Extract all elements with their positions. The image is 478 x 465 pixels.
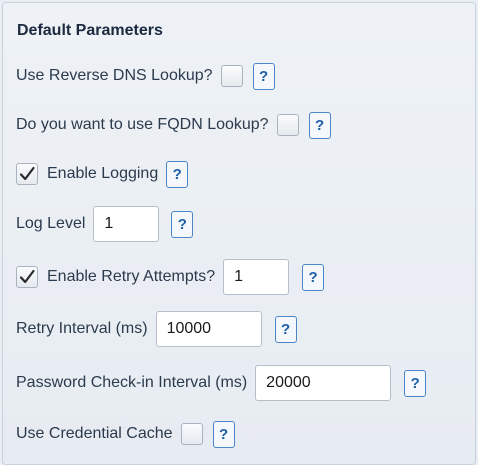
password-checkin-row: Password Check-in Interval (ms) ? (16, 364, 427, 402)
credential-cache-label: Use Credential Cache (16, 425, 173, 442)
logging-checkbox[interactable] (16, 163, 38, 185)
reverse-dns-checkbox[interactable] (220, 65, 243, 87)
reverse-dns-help-button[interactable]: ? (252, 62, 275, 90)
password-checkin-label: Password Check-in Interval (ms) (16, 374, 248, 391)
retry-interval-help-button[interactable]: ? (274, 315, 297, 343)
retry-row: Enable Retry Attempts? ? (16, 258, 325, 296)
reverse-dns-row: Use Reverse DNS Lookup? ? (16, 57, 275, 95)
retry-interval-label: Retry Interval (ms) (16, 320, 148, 337)
section-title: Default Parameters (17, 22, 163, 39)
log-level-row: Log Level ? (16, 205, 194, 243)
retry-label: Enable Retry Attempts? (47, 268, 216, 285)
credential-cache-checkbox[interactable] (180, 423, 203, 445)
default-parameters-panel: Default Parameters Use Reverse DNS Looku… (2, 2, 476, 465)
logging-row: Enable Logging ? (16, 155, 189, 193)
fqdn-help-button[interactable]: ? (308, 111, 331, 139)
log-level-label: Log Level (16, 215, 86, 232)
credential-cache-help-button[interactable]: ? (212, 420, 235, 448)
password-checkin-input[interactable] (255, 365, 392, 401)
credential-cache-row: Use Credential Cache ? (16, 415, 235, 453)
log-level-input[interactable] (93, 206, 160, 242)
log-level-help-button[interactable]: ? (171, 210, 194, 238)
logging-help-button[interactable]: ? (166, 160, 189, 188)
retry-interval-input[interactable] (155, 311, 262, 347)
checkmark-icon (19, 269, 35, 284)
fqdn-row: Do you want to use FQDN Lookup? ? (16, 106, 331, 144)
retry-attempts-input[interactable] (223, 259, 290, 295)
retry-interval-row: Retry Interval (ms) ? (16, 310, 297, 348)
fqdn-checkbox[interactable] (276, 114, 299, 136)
checkmark-icon (19, 166, 35, 181)
retry-checkbox[interactable] (16, 266, 38, 288)
fqdn-label: Do you want to use FQDN Lookup? (16, 116, 269, 133)
reverse-dns-label: Use Reverse DNS Lookup? (16, 67, 213, 84)
password-checkin-help-button[interactable]: ? (404, 369, 427, 397)
logging-label: Enable Logging (47, 165, 159, 182)
retry-help-button[interactable]: ? (302, 263, 325, 291)
